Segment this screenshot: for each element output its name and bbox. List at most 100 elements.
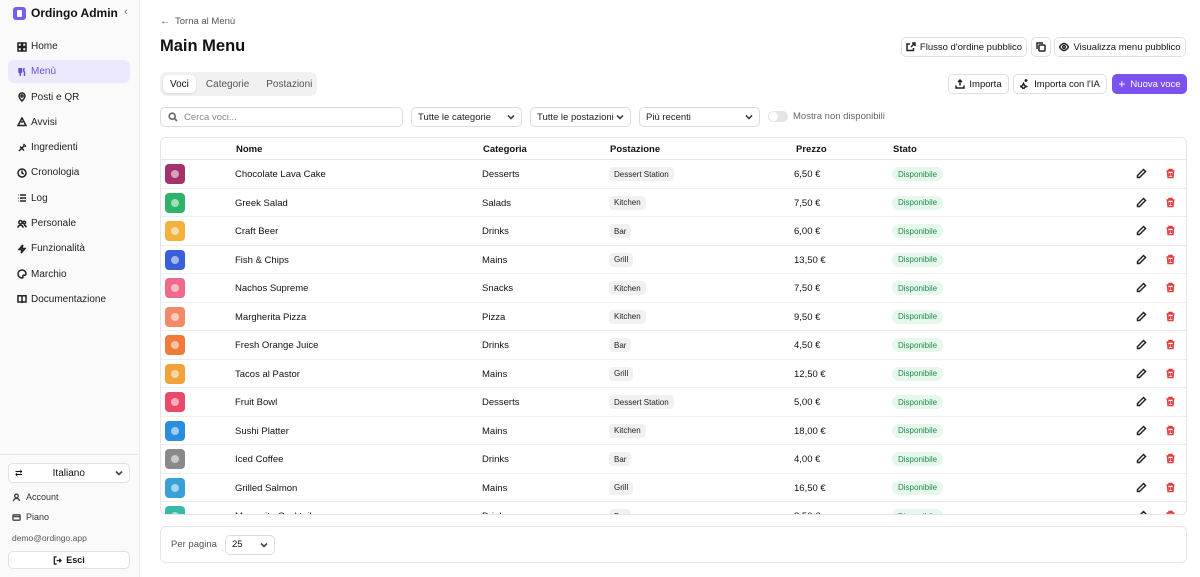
- table-row[interactable]: Fresh Orange Juice Drinks Bar 4,50 € Disponi…: [161, 331, 1186, 360]
- table-row[interactable]: Sushi Platter Mains Kitchen 18,00 € Disponib…: [161, 417, 1186, 445]
- table-row[interactable]: Chocolate Lava Cake Desserts Dessert Stati…: [161, 160, 1186, 189]
- edit-icon[interactable]: [1136, 310, 1148, 323]
- column-header-prezzo: Prezzo: [796, 144, 827, 155]
- table-row[interactable]: Grilled Salmon Mains Grill 16,50 € Disponibi…: [161, 474, 1186, 502]
- sidebar-item-ingredienti[interactable]: Ingredienti: [8, 136, 130, 159]
- chevron-down-icon: [260, 541, 268, 549]
- view-public-menu-button[interactable]: Visualizza menu pubblico: [1054, 37, 1186, 57]
- new-item-button[interactable]: + Nuova voce: [1112, 74, 1187, 94]
- eye-icon: [1059, 42, 1070, 52]
- sidebar-item-avvisi[interactable]: Avvisi: [8, 111, 130, 134]
- item-name: Greek Salad: [235, 197, 288, 209]
- sidebar-item-funzionalit-[interactable]: Funzionalità: [8, 237, 130, 260]
- edit-icon[interactable]: [1136, 481, 1148, 494]
- sort-value: Più recenti: [646, 111, 691, 123]
- table-row[interactable]: Nachos Supreme Snacks Kitchen 7,50 € Disponi…: [161, 274, 1186, 303]
- chevron-down-icon: [507, 113, 515, 121]
- account-link[interactable]: Account: [8, 491, 130, 503]
- language-select[interactable]: ⇄ Italiano: [8, 463, 130, 483]
- sidebar-item-label: Cronologia: [31, 167, 80, 179]
- delete-icon[interactable]: [1165, 425, 1177, 437]
- delete-icon[interactable]: [1165, 510, 1177, 514]
- sort-select[interactable]: Più recenti: [639, 107, 760, 127]
- station-badge: Grill: [609, 366, 634, 381]
- sidebar-item-log[interactable]: Log: [8, 187, 130, 210]
- show-unavailable-toggle[interactable]: [768, 111, 788, 122]
- table-row[interactable]: Iced Coffee Drinks Bar 4,00 € Disponibile: [161, 445, 1186, 474]
- edit-icon[interactable]: [1136, 339, 1148, 351]
- station-filter-select[interactable]: Tutte le postazioni: [530, 107, 631, 127]
- item-name: Fish & Chips: [235, 254, 289, 266]
- search-input[interactable]: Cerca voci...: [160, 107, 403, 127]
- delete-icon[interactable]: [1165, 396, 1177, 408]
- edit-icon[interactable]: [1136, 225, 1148, 237]
- tab-voci[interactable]: Voci: [163, 75, 196, 93]
- edit-icon[interactable]: [1136, 196, 1148, 209]
- book-icon: [16, 294, 27, 305]
- delete-icon[interactable]: [1165, 197, 1177, 209]
- table-row[interactable]: Fruit Bowl Desserts Dessert Station 5,00 € D…: [161, 388, 1186, 417]
- translate-icon: ⇄: [15, 467, 23, 478]
- status-badge: Disponibile: [892, 480, 944, 495]
- new-item-label: Nuova voce: [1130, 78, 1181, 90]
- category-filter-select[interactable]: Tutte le categorie: [411, 107, 522, 127]
- delete-icon[interactable]: [1165, 368, 1177, 380]
- table-row[interactable]: Craft Beer Drinks Bar 6,00 € Disponibile: [161, 217, 1186, 246]
- tab-postazioni[interactable]: Postazioni: [259, 75, 319, 93]
- edit-icon[interactable]: [1136, 424, 1148, 437]
- table-row[interactable]: Greek Salad Salads Kitchen 7,50 € Disponibil…: [161, 189, 1186, 217]
- edit-icon[interactable]: [1136, 453, 1148, 465]
- item-price: 5,00 €: [794, 397, 821, 408]
- edit-icon[interactable]: [1136, 367, 1148, 380]
- delete-icon[interactable]: [1165, 282, 1177, 294]
- per-page-select[interactable]: 25: [224, 534, 275, 555]
- edit-icon[interactable]: [1136, 253, 1148, 266]
- table-row[interactable]: Fish & Chips Mains Grill 13,50 € Disponibile: [161, 246, 1186, 274]
- import-button[interactable]: Importa: [948, 74, 1009, 94]
- sidebar-item-personale[interactable]: Personale: [8, 212, 130, 235]
- delete-icon[interactable]: [1165, 254, 1177, 266]
- public-order-flow-button[interactable]: Flusso d'ordine pubblico: [901, 37, 1027, 57]
- table-row[interactable]: Margherita Pizza Pizza Kitchen 9,50 € Dispon…: [161, 303, 1186, 331]
- delete-icon[interactable]: [1165, 453, 1177, 465]
- edit-icon[interactable]: [1136, 168, 1148, 180]
- delete-icon[interactable]: [1165, 339, 1177, 351]
- sidebar-item-label: Avvisi: [31, 116, 57, 128]
- column-header-categoria: Categoria: [483, 144, 527, 155]
- edit-icon[interactable]: [1136, 282, 1148, 294]
- tab-categorie[interactable]: Categorie: [199, 75, 256, 93]
- item-name: Nachos Supreme: [235, 283, 309, 294]
- delete-icon[interactable]: [1165, 311, 1177, 323]
- sidebar-item-posti-e-qr[interactable]: Posti e QR: [8, 86, 130, 109]
- sidebar-item-documentazione[interactable]: Documentazione: [8, 288, 130, 311]
- logout-button[interactable]: Esci: [8, 551, 130, 569]
- table-row[interactable]: Tacos al Pastor Mains Grill 12,50 € Disponib…: [161, 360, 1186, 388]
- sidebar-item-marchio[interactable]: Marchio: [8, 263, 130, 286]
- table-row[interactable]: Margarita Cocktail Drinks Bar 8,50 € Disponi…: [161, 502, 1186, 514]
- sidebar-item-label: Home: [31, 41, 58, 52]
- status-badge: Disponibile: [892, 224, 944, 238]
- delete-icon[interactable]: [1165, 168, 1177, 180]
- collapse-sidebar-icon[interactable]: ‹: [119, 6, 133, 18]
- sidebar-footer: ⇄ Italiano Account Piano demo@ordingo.ap…: [0, 454, 138, 569]
- back-link[interactable]: ← Torna al Menù: [160, 16, 235, 27]
- delete-icon[interactable]: [1165, 225, 1177, 237]
- item-category: Drinks: [482, 226, 509, 237]
- item-category: Mains: [482, 368, 508, 380]
- sidebar-item-men-[interactable]: Menù: [8, 60, 130, 84]
- station-badge: Grill: [609, 252, 634, 267]
- delete-icon[interactable]: [1165, 482, 1177, 494]
- edit-icon[interactable]: [1136, 396, 1148, 408]
- sidebar-item-label: Personale: [31, 218, 77, 230]
- sidebar-item-home[interactable]: Home: [8, 35, 130, 58]
- copy-link-button[interactable]: [1031, 37, 1051, 57]
- sidebar-item-cronologia[interactable]: Cronologia: [8, 161, 130, 184]
- item-thumbnail: [165, 164, 185, 184]
- users-icon: [16, 218, 27, 229]
- edit-icon[interactable]: [1136, 510, 1148, 514]
- plan-link[interactable]: Piano: [8, 511, 130, 523]
- status-badge: Disponibile: [892, 252, 944, 267]
- import-ai-button[interactable]: Importa con l'IA: [1013, 74, 1107, 94]
- zap-icon: [16, 243, 27, 254]
- item-name: Fruit Bowl: [235, 397, 278, 408]
